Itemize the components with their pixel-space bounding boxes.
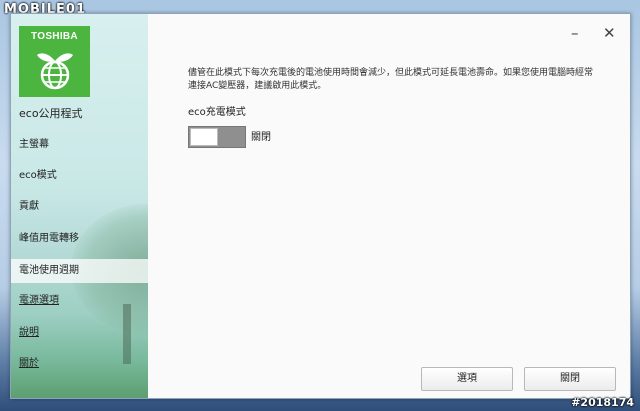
sidebar-item-battery-life-cycle[interactable]: 電池使用週期 [11, 259, 148, 283]
sidebar-item-home[interactable]: 主螢幕 [11, 133, 148, 157]
sidebar-item-label: 關於 [19, 358, 39, 369]
options-button[interactable]: 選項 [421, 367, 513, 391]
toggle-state-label: 關閉 [251, 132, 271, 143]
sidebar-item-peak-shift[interactable]: 峰值用電轉移 [11, 227, 148, 251]
mode-description: 儘管在此模式下每次充電後的電池使用時間會減少，但此模式可延長電池壽命。如果您使用… [188, 68, 594, 91]
sidebar-item-label: 主螢幕 [19, 139, 49, 150]
sidebar: TOSHIBA eco公用程式 主螢幕 eco模式 貢獻 峰值用電轉移 電池使用… [11, 14, 148, 398]
sidebar-item-contribution[interactable]: 貢獻 [11, 195, 148, 219]
sidebar-item-label: 貢獻 [19, 201, 39, 212]
app-title: eco公用程式 [19, 107, 83, 120]
sidebar-item-label: 峰值用電轉移 [19, 233, 79, 244]
app-window: TOSHIBA eco公用程式 主螢幕 eco模式 貢獻 峰值用電轉移 電池使用… [10, 13, 631, 399]
sidebar-item-eco-mode[interactable]: eco模式 [11, 164, 148, 188]
close-icon[interactable]: ✕ [603, 24, 616, 42]
close-button[interactable]: 關閉 [524, 367, 616, 391]
toggle-knob [190, 128, 218, 146]
sidebar-link-about[interactable]: 關於 [11, 352, 148, 376]
brand-name: TOSHIBA [31, 31, 78, 42]
watermark-id: #2018174 [571, 396, 634, 409]
main-panel: – ✕ 儘管在此模式下每次充電後的電池使用時間會減少，但此模式可延長電池壽命。如… [148, 14, 630, 398]
minimize-button[interactable]: – [571, 24, 579, 42]
sidebar-item-label: eco模式 [19, 170, 57, 181]
sidebar-link-help[interactable]: 說明 [11, 321, 148, 345]
sidebar-link-power-options[interactable]: 電源選項 [11, 289, 148, 313]
sidebar-item-label: 電池使用週期 [19, 265, 79, 276]
sidebar-item-label: 電源選項 [19, 295, 59, 306]
eco-charge-mode-label: eco充電模式 [188, 107, 246, 118]
eco-charge-toggle[interactable] [188, 126, 246, 148]
toshiba-eco-logo: TOSHIBA [19, 26, 90, 97]
eco-globe-icon [36, 53, 73, 90]
sidebar-item-label: 說明 [19, 327, 39, 338]
